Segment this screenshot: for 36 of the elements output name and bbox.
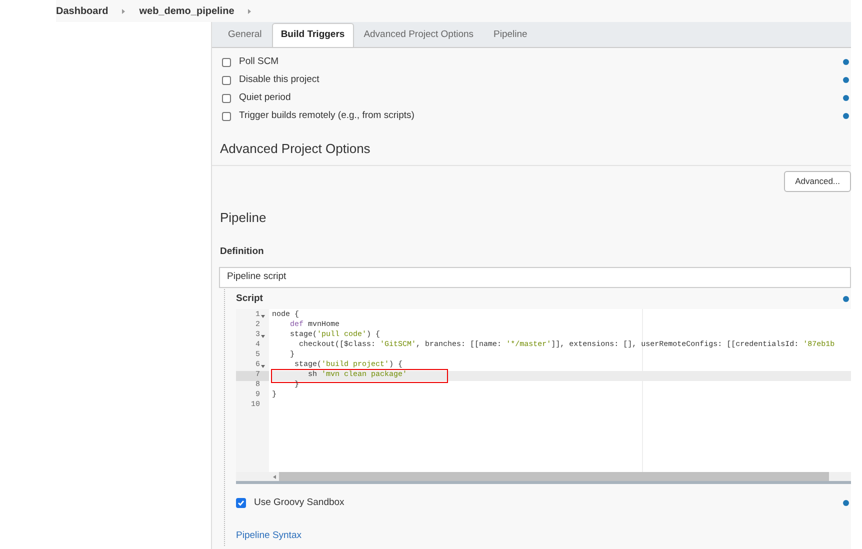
definition-select[interactable]: Pipeline script <box>219 267 851 288</box>
checkbox[interactable] <box>222 112 231 120</box>
chevron-icon[interactable] <box>122 8 126 14</box>
chevron-icon[interactable] <box>248 8 252 14</box>
checkbox-label: Quiet period <box>239 90 291 105</box>
checkbox-label: Poll SCM <box>239 54 279 69</box>
checkbox[interactable] <box>222 76 231 84</box>
checkbox-label: Disable this project <box>239 72 320 87</box>
fold-icon[interactable] <box>261 314 265 318</box>
tab[interactable]: General <box>218 23 272 47</box>
pipeline-syntax-link[interactable]: Pipeline Syntax <box>236 530 302 541</box>
help-icon[interactable] <box>843 95 849 101</box>
field-label: Definition <box>220 246 264 257</box>
help-icon[interactable] <box>843 77 849 83</box>
fold-icon[interactable] <box>261 364 265 368</box>
checkbox[interactable] <box>236 498 246 508</box>
help-icon[interactable] <box>843 59 849 65</box>
section-title: Pipeline <box>220 210 266 225</box>
breadcrumb-link[interactable]: web_demo_pipeline <box>139 4 234 18</box>
checkbox[interactable] <box>222 94 231 102</box>
horizontal-scrollbar[interactable] <box>279 472 829 481</box>
tab[interactable]: Build Triggers <box>272 23 354 47</box>
fold-icon[interactable] <box>261 334 265 338</box>
checkbox[interactable] <box>222 58 231 66</box>
section-title: Advanced Project Options <box>220 141 370 156</box>
help-icon[interactable] <box>843 296 849 302</box>
help-icon[interactable] <box>843 500 849 506</box>
scroll-left-icon[interactable] <box>272 474 276 478</box>
tab[interactable]: Advanced Project Options <box>354 23 484 47</box>
checkbox-label: Use Groovy Sandbox <box>254 496 344 510</box>
field-label: Script <box>236 292 263 306</box>
advanced-button[interactable]: Advanced... <box>784 171 851 192</box>
help-icon[interactable] <box>843 113 849 119</box>
breadcrumb-link[interactable]: Dashboard <box>56 4 108 18</box>
tab[interactable]: Pipeline <box>484 23 538 47</box>
checkbox-label: Trigger builds remotely (e.g., from scripts) <box>239 108 414 123</box>
